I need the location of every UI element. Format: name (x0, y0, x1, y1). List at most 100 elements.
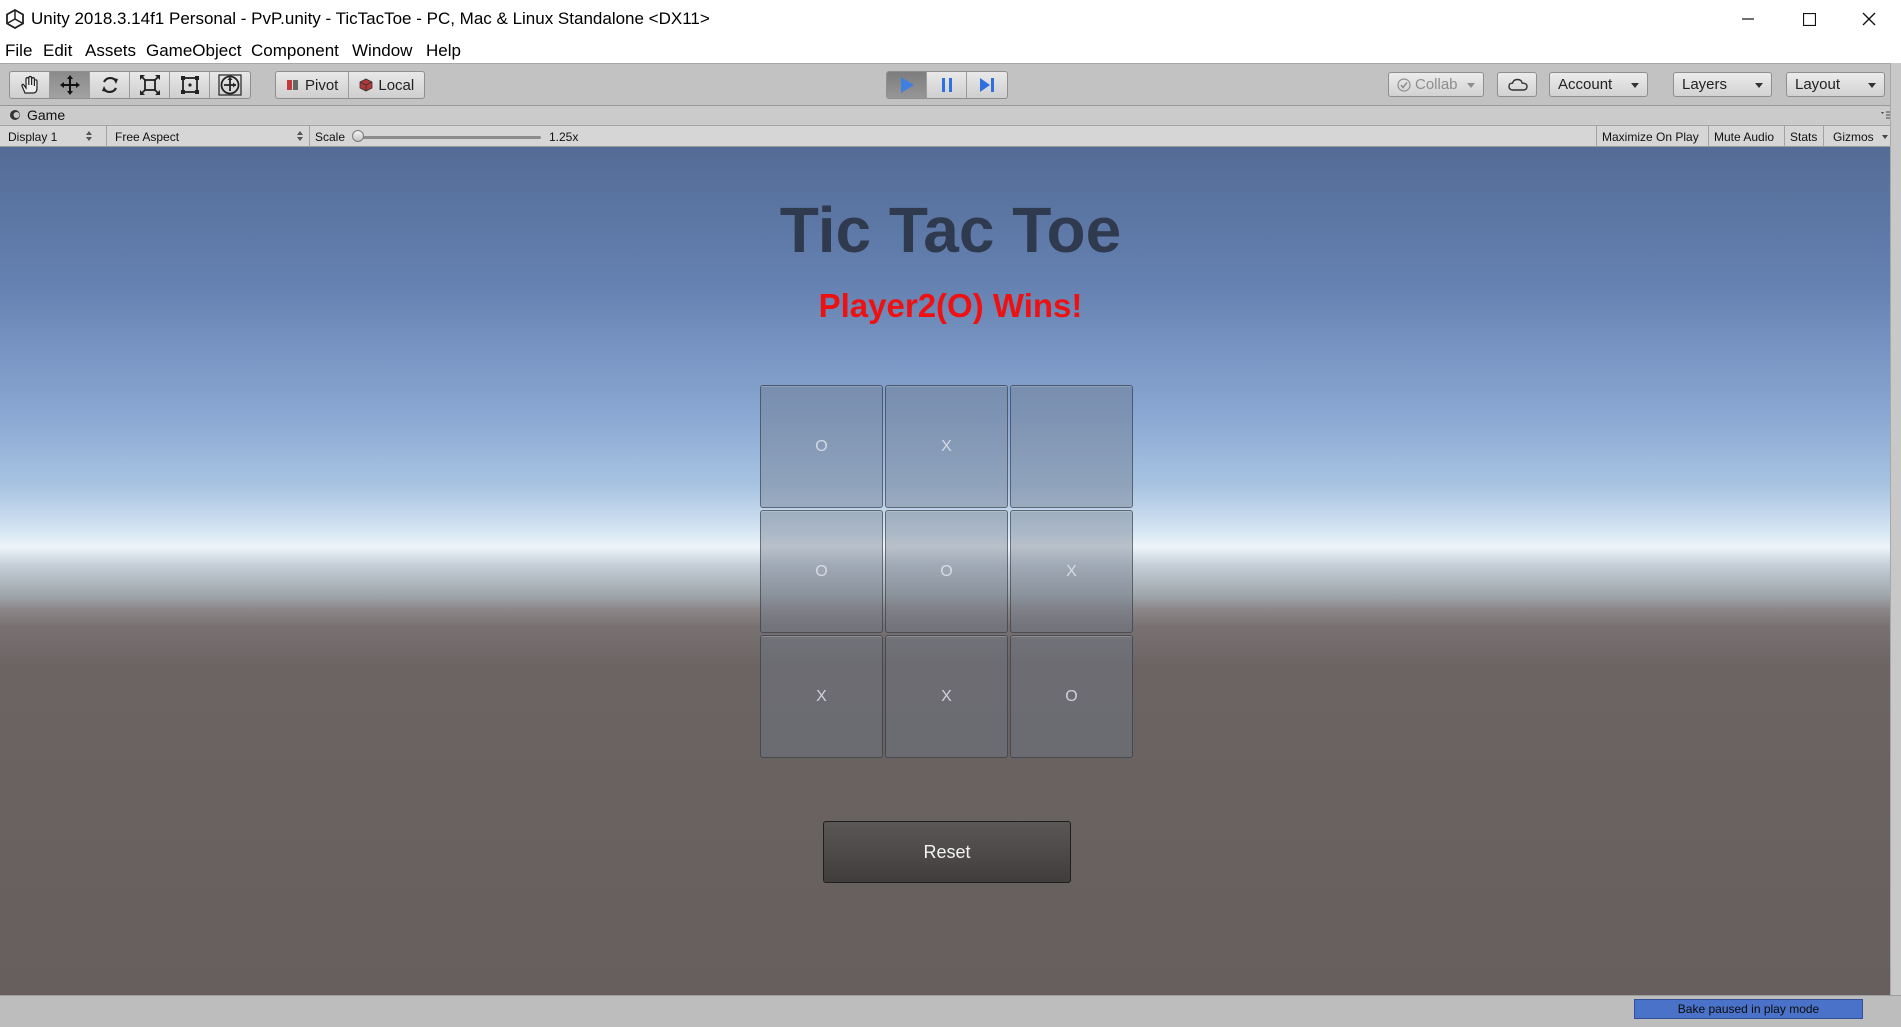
menu-file[interactable]: File (5, 41, 32, 61)
layout-dropdown[interactable]: Layout (1786, 72, 1885, 97)
account-dropdown[interactable]: Account (1549, 72, 1648, 97)
pause-icon (941, 78, 952, 92)
chevron-down-icon (1467, 83, 1475, 88)
board-cell-2[interactable] (1010, 385, 1133, 508)
menu-assets[interactable]: Assets (85, 41, 136, 61)
maximize-button[interactable] (1780, 0, 1838, 38)
title-bar: Unity 2018.3.14f1 Personal - PvP.unity -… (0, 0, 1901, 38)
aspect-label: Free Aspect (115, 129, 180, 144)
display-label: Display 1 (8, 129, 58, 144)
minimize-button[interactable] (1719, 0, 1777, 38)
divider (1823, 126, 1824, 147)
gizmos-dropdown[interactable]: Gizmos (1833, 126, 1888, 147)
board-cell-0[interactable]: O (760, 385, 883, 508)
local-label: Local (378, 76, 415, 94)
scale-tool-icon (139, 75, 160, 95)
chevron-down-icon (1868, 83, 1876, 88)
collab-label: Collab (1415, 76, 1458, 93)
pivot-icon (287, 80, 298, 90)
menu-bar: File Edit Assets GameObject Component Wi… (0, 38, 1901, 63)
board-cell-1[interactable]: X (885, 385, 1008, 508)
scale-slider-thumb[interactable] (352, 130, 364, 142)
mute-audio-toggle[interactable]: Mute Audio (1714, 126, 1774, 147)
hand-tool-button[interactable] (10, 72, 50, 98)
pivot-label: Pivot (305, 76, 339, 94)
board-cell-7[interactable]: X (885, 635, 1008, 758)
close-button[interactable] (1840, 0, 1898, 38)
window-title: Unity 2018.3.14f1 Personal - PvP.unity -… (31, 9, 710, 28)
menu-window[interactable]: Window (352, 41, 412, 61)
game-controller-icon (10, 110, 20, 120)
gizmos-label: Gizmos (1833, 129, 1874, 144)
divider (106, 126, 107, 147)
menu-help[interactable]: Help (426, 41, 461, 61)
pivot-button[interactable]: Pivot (276, 72, 350, 98)
board-cell-6[interactable]: X (760, 635, 883, 758)
stats-toggle[interactable]: Stats (1790, 126, 1817, 147)
divider (1784, 126, 1785, 147)
rotate-tool-icon (101, 76, 118, 94)
unity-logo-icon (6, 9, 24, 29)
transform-tool-icon (218, 74, 242, 96)
close-icon (1862, 12, 1876, 26)
editor-right-edge (1890, 63, 1901, 1027)
display-dropdown[interactable]: Display 1 (8, 126, 98, 147)
scale-label: Scale (315, 129, 346, 144)
game-view-controls: Display 1 Free Aspect Scale 1.25x Maximi… (0, 125, 1901, 147)
board-cell-4[interactable]: O (885, 510, 1008, 633)
layers-dropdown[interactable]: Layers (1673, 72, 1772, 97)
maximize-icon (1802, 12, 1816, 26)
chevron-down-icon (1755, 83, 1763, 88)
pause-button[interactable] (927, 72, 967, 98)
local-icon (359, 78, 373, 92)
scale-slider-track[interactable] (357, 136, 541, 139)
game-tab-label[interactable]: Game (27, 107, 65, 123)
hand-tool-icon (20, 75, 38, 94)
menu-component[interactable]: Component (251, 41, 339, 61)
rect-tool-button[interactable] (170, 72, 210, 98)
updown-arrows-icon (297, 131, 303, 141)
local-button[interactable]: Local (349, 72, 424, 98)
board-cell-5[interactable]: X (1010, 510, 1133, 633)
game-title: Tic Tac Toe (779, 194, 1122, 266)
transform-tools (9, 71, 251, 99)
divider (309, 126, 310, 147)
board-cell-3[interactable]: O (760, 510, 883, 633)
divider (1708, 126, 1709, 147)
game-tab-bar: Game (0, 105, 1901, 125)
divider (1596, 126, 1597, 147)
transform-tool-button[interactable] (210, 72, 250, 98)
pivot-toggle-group: Pivot Local (275, 71, 426, 99)
game-status: Player2(O) Wins! (818, 287, 1083, 324)
rotate-tool-button[interactable] (90, 72, 130, 98)
scale-value: 1.25x (549, 129, 579, 144)
step-button[interactable] (967, 72, 1007, 98)
layout-label: Layout (1795, 76, 1841, 93)
menu-edit[interactable]: Edit (43, 41, 72, 61)
scale-tool-button[interactable] (130, 72, 170, 98)
game-viewport: Tic Tac Toe Player2(O) Wins! O X O O X X… (0, 147, 1901, 995)
board-cell-8[interactable]: O (1010, 635, 1133, 758)
play-icon (900, 77, 914, 93)
cloud-button[interactable] (1497, 72, 1537, 97)
play-controls (886, 71, 1008, 99)
minimize-icon (1742, 18, 1754, 20)
reset-button[interactable]: Reset (823, 821, 1071, 883)
bake-status-indicator: Bake paused in play mode (1634, 999, 1863, 1019)
step-icon (980, 78, 994, 92)
chevron-down-icon (1881, 134, 1888, 139)
play-button[interactable] (887, 72, 927, 98)
toolbar: Pivot Local Collab Account Layers Layout (0, 63, 1901, 105)
tic-tac-toe-board: O X O O X X X O (760, 385, 1135, 759)
menu-gameobject[interactable]: GameObject (146, 41, 241, 61)
account-label: Account (1558, 76, 1613, 93)
aspect-dropdown[interactable]: Free Aspect (115, 126, 305, 147)
status-bar: Bake paused in play mode (0, 995, 1901, 1027)
cloud-icon (1508, 78, 1528, 91)
collab-dropdown[interactable]: Collab (1388, 72, 1484, 97)
checkmark-icon (1397, 77, 1411, 92)
updown-arrows-icon (86, 131, 92, 141)
move-tool-icon (59, 75, 80, 95)
maximize-on-play-toggle[interactable]: Maximize On Play (1602, 126, 1699, 147)
move-tool-button[interactable] (50, 72, 90, 98)
